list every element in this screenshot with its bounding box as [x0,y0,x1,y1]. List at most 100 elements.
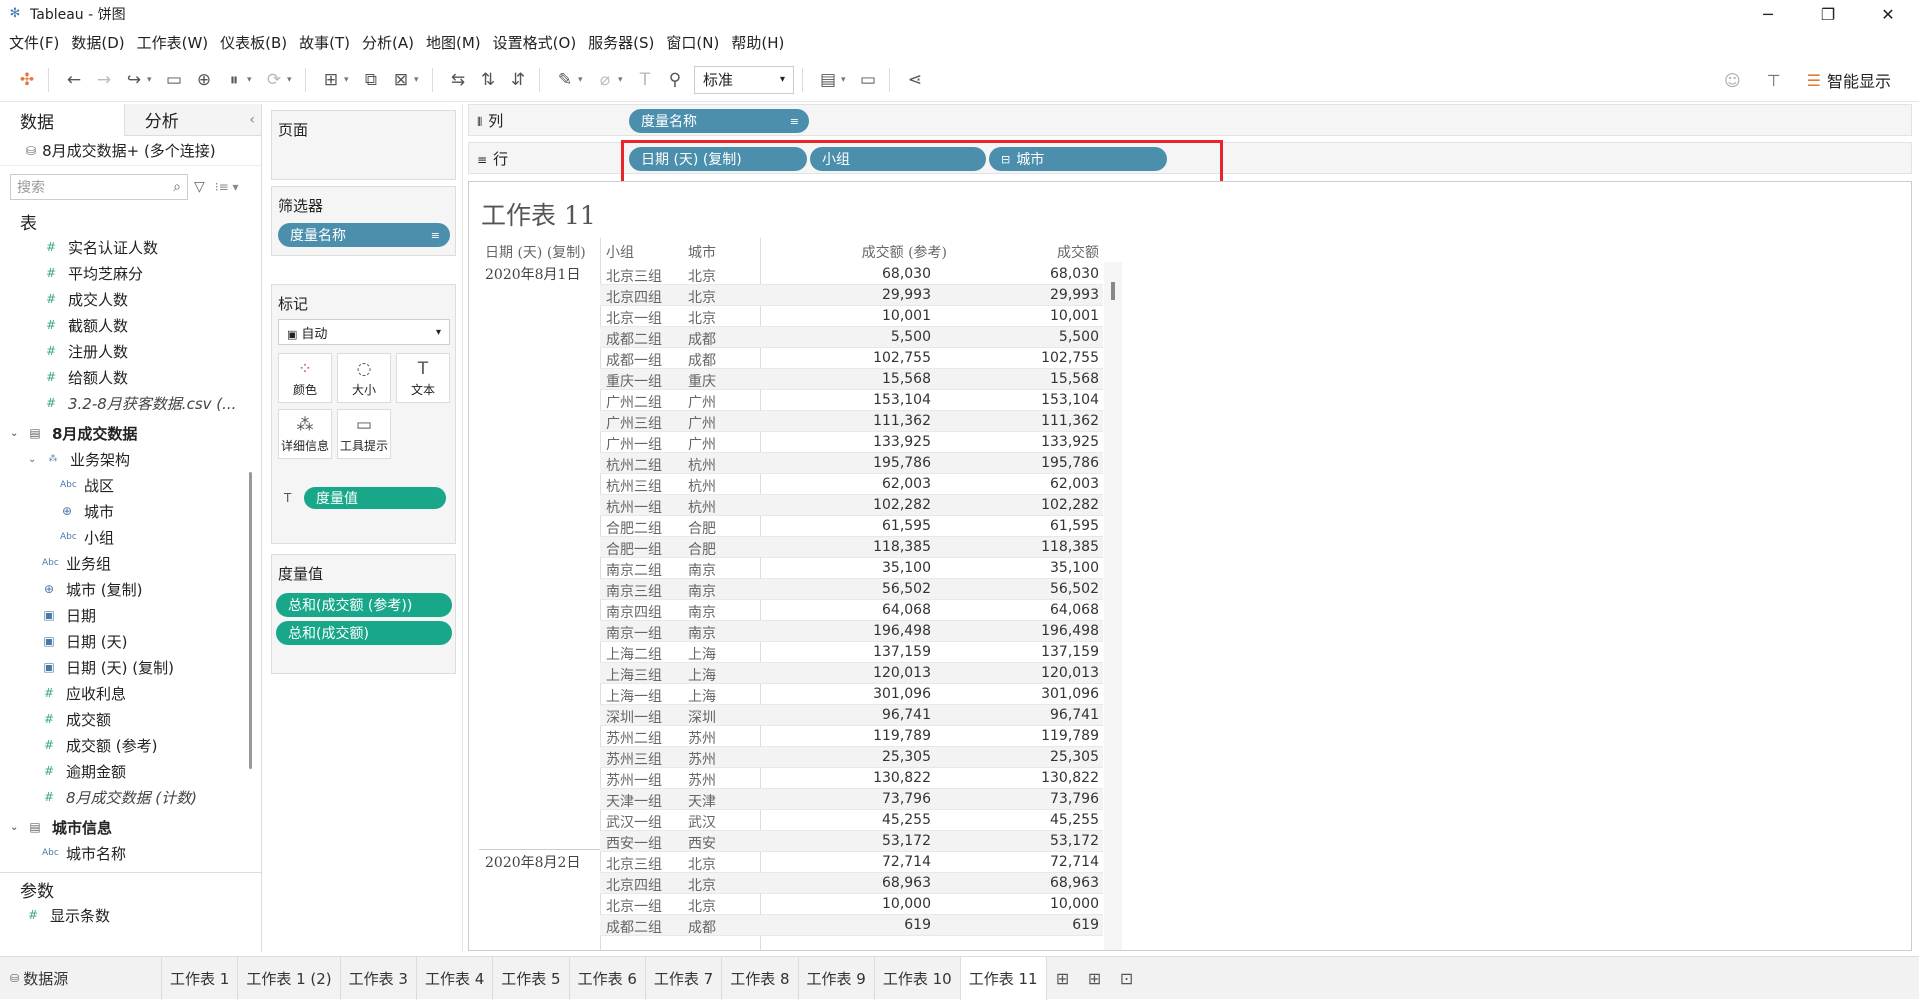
field-item[interactable]: # 实名认证人数 [44,234,261,260]
table-row[interactable]: 杭州一组 杭州 102,282 102,282 [600,495,1103,516]
tab-data[interactable]: 数据 [0,104,125,136]
field-item[interactable]: ▣ 日期 [10,602,261,628]
new-dashboard-icon[interactable]: ⊞ [1079,957,1111,1000]
duplicate-icon[interactable]: ⧉ [358,67,384,93]
chevron-down-icon[interactable]: ⌄ [10,428,22,439]
chevron-down-icon[interactable]: ▾ [147,75,157,85]
table-row[interactable]: 成都一组 成都 102,755 102,755 [600,348,1103,369]
parameter-item[interactable]: # 显示条数 [0,902,261,928]
search-input[interactable]: 搜索 ⌕ [10,174,188,200]
filters-card[interactable]: 筛选器 度量名称 ≡ [271,186,456,256]
menu-analysis[interactable]: 分析(A) [359,32,423,53]
table-row[interactable]: 苏州一组 苏州 130,822 130,822 [600,768,1103,789]
sheet-tab[interactable]: 工作表 10 [875,956,961,1000]
tab-datasource[interactable]: ⛁ 数据源 [0,956,162,1000]
column-header[interactable]: 成交额 (参考) [862,242,947,262]
table-row[interactable]: 广州二组 广州 153,104 153,104 [600,390,1103,411]
minimize-button[interactable]: ─ [1740,0,1796,28]
sheet-tab[interactable]: 工作表 6 [570,956,646,1000]
field-item[interactable]: # 平均芝麻分 [44,260,261,286]
measure-value-pill[interactable]: 总和(成交额 (参考)) [276,593,452,617]
clear-sheet-icon[interactable]: ⊠ [388,67,414,93]
table-row[interactable]: 西安一组 西安 53,172 53,172 [600,831,1103,852]
chevron-down-icon[interactable]: ⌄ [28,454,40,465]
table-row[interactable]: 武汉一组 武汉 45,255 45,255 [600,810,1103,831]
marks-pill[interactable]: 度量值 [304,487,446,509]
table-row[interactable]: 北京四组 北京 68,963 68,963 [600,873,1103,894]
pin-board-icon[interactable]: ⊤ [1767,71,1781,90]
table-row[interactable]: 广州三组 广州 111,362 111,362 [600,411,1103,432]
field-item[interactable]: # 应收利息 [10,680,261,706]
table-row[interactable]: 杭州三组 杭州 62,003 62,003 [600,474,1103,495]
chevron-down-icon[interactable]: ▾ [344,75,354,85]
filter-icon[interactable]: ▽ [194,179,205,195]
table-group[interactable]: ⌄ ▤ 城市信息 [10,814,261,840]
sheet-tab[interactable]: 工作表 9 [799,956,875,1000]
labels-icon[interactable]: T [632,67,658,93]
smart-show-button[interactable]: ☺ ⊤ ☰ 智能显示 [1724,68,1891,92]
scrollbar-thumb[interactable] [1111,282,1115,300]
table-row[interactable]: 北京一组 北京 10,000 10,000 [600,894,1103,915]
highlight-icon[interactable]: ✎ [552,67,578,93]
table-row[interactable]: 成都二组 成都 619 619 [600,915,1103,936]
field-item[interactable]: Abc 业务组 [10,550,261,576]
size-button[interactable]: ◌ 大小 [337,353,391,403]
collapse-pane-icon[interactable]: ‹ [249,104,261,136]
menu-window[interactable]: 窗口(N) [663,32,728,53]
scrollbar[interactable] [249,472,252,769]
new-worksheet-icon[interactable]: ⊞ [318,67,344,93]
field-item[interactable]: ⊕ 城市 (复制) [10,576,261,602]
table-row[interactable]: 杭州二组 杭州 195,786 195,786 [600,453,1103,474]
menu-dashboard[interactable]: 仪表板(B) [217,32,296,53]
menu-map[interactable]: 地图(M) [423,32,490,53]
table-row[interactable]: 深圳一组 深圳 96,741 96,741 [600,705,1103,726]
table-row[interactable]: 上海一组 上海 301,096 301,096 [600,684,1103,705]
chevron-down-icon[interactable]: ▾ [578,75,588,85]
menu-story[interactable]: 故事(T) [296,32,359,53]
sort-ascending-icon[interactable]: ⇅ [475,67,501,93]
replay-icon[interactable]: ↪ [121,67,147,93]
sheet-tab[interactable]: 工作表 3 [341,956,417,1000]
menu-format[interactable]: 设置格式(O) [490,32,586,53]
redo-icon[interactable]: → [91,67,117,93]
column-header[interactable]: 小组 [606,242,634,262]
field-item[interactable]: # 逾期金额 [10,758,261,784]
field-item[interactable]: #3.2-8月获客数据.csv (... [44,390,261,416]
sheet-tab[interactable]: 工作表 8 [722,956,799,1000]
table-row[interactable]: 成都二组 成都 5,500 5,500 [600,327,1103,348]
table-row[interactable]: 南京二组 南京 35,100 35,100 [600,558,1103,579]
detail-button[interactable]: ⁂ 详细信息 [278,409,332,459]
sheet-tab[interactable]: 工作表 4 [417,956,494,1000]
table-row[interactable]: 广州一组 广州 133,925 133,925 [600,432,1103,453]
column-header[interactable]: 成交额 [1057,242,1099,262]
columns-shelf[interactable]: ⦀ 列 度量名称 ≡ [468,104,1912,136]
field-item[interactable]: # 注册人数 [44,338,261,364]
color-button[interactable]: ⁘ 颜色 [278,353,332,403]
show-cards-icon[interactable]: ▤ [815,67,841,93]
view-options-icon[interactable]: ⁝≡ ▾ [215,180,239,194]
field-item[interactable]: ▣ 日期 (天) (复制) [10,654,261,680]
table-row[interactable]: 重庆一组 重庆 15,568 15,568 [600,369,1103,390]
tooltip-button[interactable]: ▭ 工具提示 [337,409,391,459]
table-row[interactable]: 南京四组 南京 64,068 64,068 [600,600,1103,621]
table-row[interactable]: 北京一组 北京 10,001 10,001 [600,306,1103,327]
swap-icon[interactable]: ⇆ [445,67,471,93]
menu-server[interactable]: 服务器(S) [585,32,663,53]
table-row[interactable]: 合肥二组 合肥 61,595 61,595 [600,516,1103,537]
tableau-home-icon[interactable]: ✣ [14,67,40,93]
pin-icon[interactable]: ⚲ [662,67,688,93]
sheet-title[interactable]: 工作表 11 [481,196,596,232]
menu-data[interactable]: 数据(D) [68,32,133,53]
mark-type-select[interactable]: ▣ 自动 ▾ [278,319,450,345]
column-header[interactable]: 城市 [688,242,716,262]
field-item[interactable]: #8月成交数据 (计数) [10,784,261,810]
chevron-down-icon[interactable]: ▾ [247,75,257,85]
menu-help[interactable]: 帮助(H) [728,32,793,53]
group-icon[interactable]: ⌀ [592,67,618,93]
field-item[interactable]: # 成交人数 [44,286,261,312]
column-header[interactable]: 日期 (天) (复制) [485,242,586,262]
presentation-icon[interactable]: ▭ [855,67,881,93]
sheet-tab[interactable]: 工作表 1 (2) [238,956,341,1000]
chevron-down-icon[interactable]: ▾ [841,75,851,85]
field-item[interactable]: Abc 城市名称 [10,840,261,866]
